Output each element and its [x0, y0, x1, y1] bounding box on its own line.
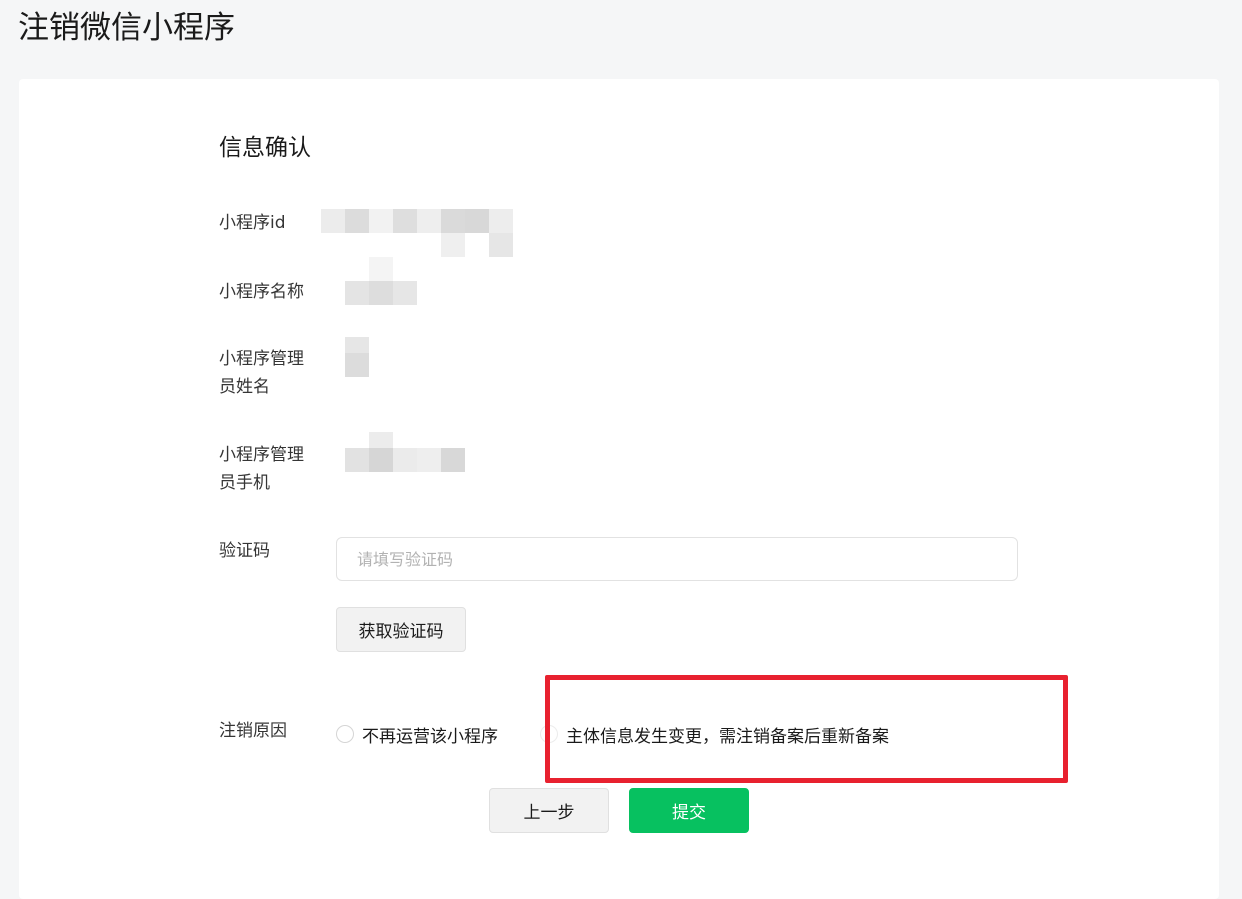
back-button[interactable]: 上一步 — [489, 788, 609, 833]
form-panel: 信息确认 小程序id 小程序名称 小程序管理员姓名 小程序管理员手机 验证码 请… — [19, 79, 1219, 899]
get-verify-code-button[interactable]: 获取验证码 — [336, 607, 466, 652]
app-name-label: 小程序名称 — [219, 282, 304, 302]
radio-circle[interactable] — [336, 725, 354, 743]
submit-button[interactable]: 提交 — [629, 788, 749, 833]
section-title: 信息确认 — [219, 135, 311, 161]
app-id-value-redacted — [321, 209, 513, 257]
verify-code-label: 验证码 — [219, 541, 270, 561]
admin-name-value-redacted — [345, 337, 369, 377]
admin-phone-value-redacted — [345, 432, 465, 472]
verify-code-input[interactable] — [336, 537, 1018, 581]
reason-label: 注销原因 — [219, 721, 287, 741]
page-title: 注销微信小程序 — [18, 10, 235, 46]
app-id-label: 小程序id — [219, 213, 286, 233]
reason-option-label: 不再运营该小程序 — [362, 726, 498, 747]
highlight-annotation-box — [545, 675, 1068, 783]
app-name-value-redacted — [345, 257, 417, 305]
admin-name-label: 小程序管理员姓名 — [219, 349, 304, 397]
admin-phone-label: 小程序管理员手机 — [219, 445, 304, 493]
reason-option-stop-operating[interactable]: 不再运营该小程序 — [336, 722, 498, 747]
